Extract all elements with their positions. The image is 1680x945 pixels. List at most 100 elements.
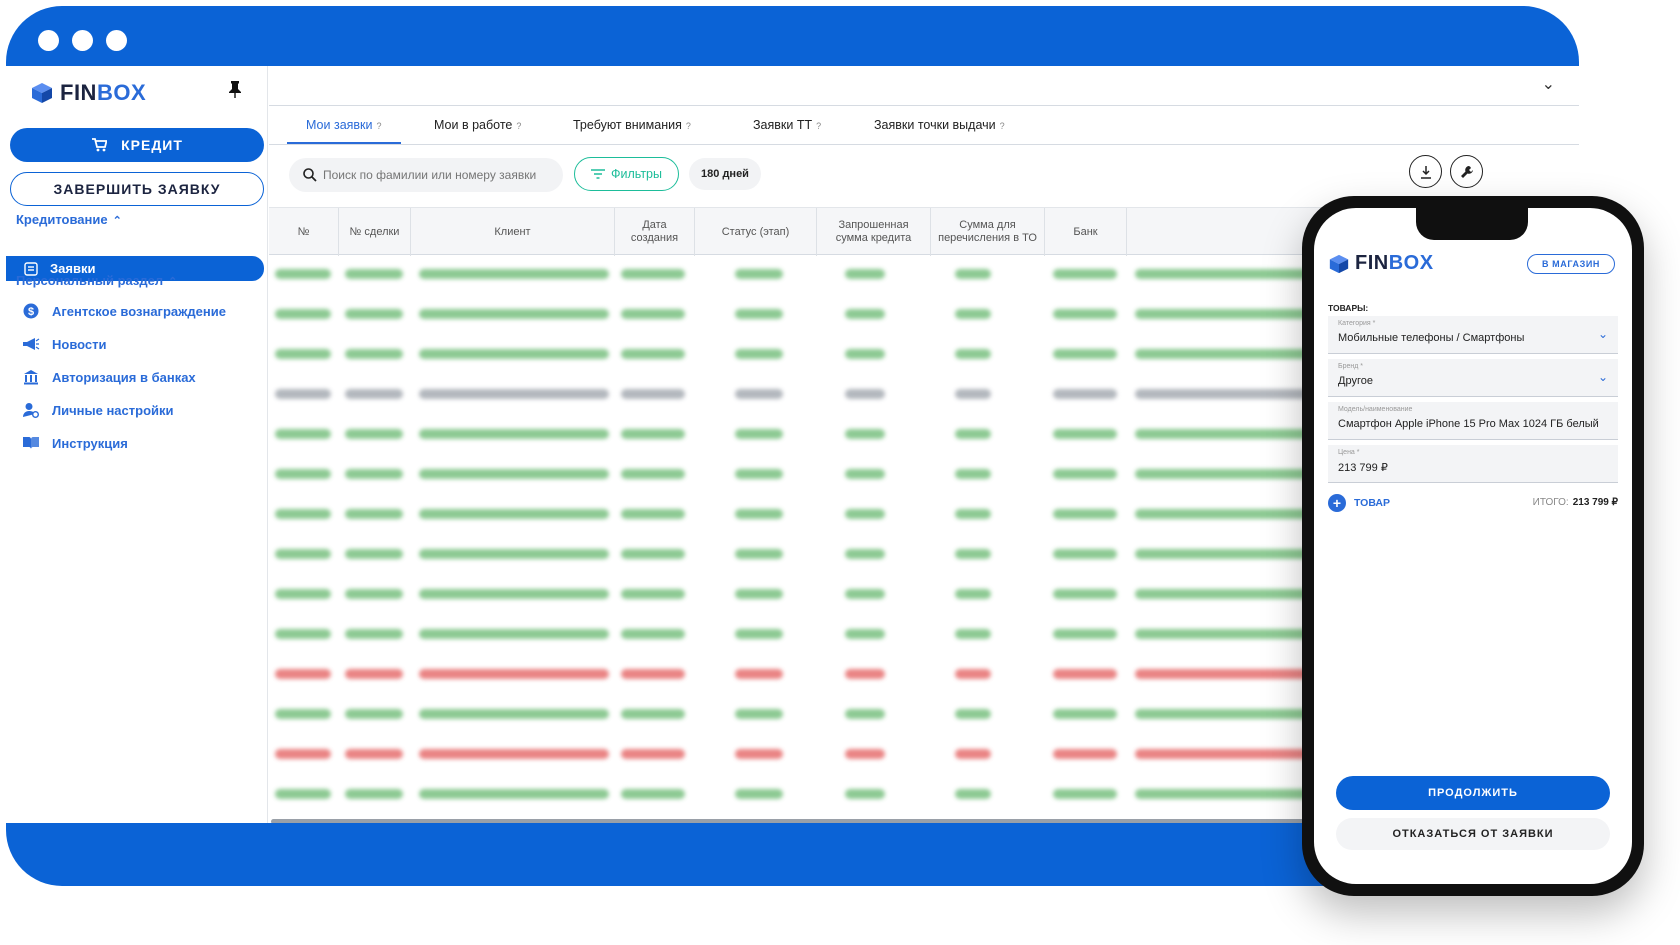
blurred-cell: [275, 509, 331, 519]
category-select[interactable]: Категория * Мобильные телефоны / Смартфо…: [1328, 316, 1618, 354]
column-header-requested-amount[interactable]: Запрошенная сумма кредита: [817, 208, 931, 256]
blurred-cell: [621, 669, 685, 679]
blurred-cell: [1135, 469, 1310, 479]
finbox-logo[interactable]: FINBOX: [30, 80, 146, 106]
blurred-cell: [1053, 789, 1117, 799]
blurred-cell: [275, 589, 331, 599]
blurred-cell: [345, 429, 403, 439]
blurred-cell: [275, 269, 331, 279]
blurred-cell: [845, 269, 885, 279]
tab-applications-tt[interactable]: Заявки ТТ?: [753, 118, 821, 132]
search-icon: [303, 168, 317, 182]
search-field[interactable]: [289, 158, 563, 192]
blurred-cell: [345, 389, 403, 399]
blurred-cell: [419, 469, 609, 479]
blurred-cell: [621, 709, 685, 719]
blurred-cell: [419, 349, 609, 359]
blurred-cell: [1135, 309, 1310, 319]
add-item-button[interactable]: + ТОВАР: [1328, 494, 1390, 512]
price-field[interactable]: Цена * 213 799 ₽: [1328, 445, 1618, 483]
finish-application-button[interactable]: ЗАВЕРШИТЬ ЗАЯВКУ: [10, 172, 264, 206]
download-button[interactable]: [1409, 155, 1442, 188]
decline-application-button[interactable]: ОТКАЗАТЬСЯ ОТ ЗАЯВКИ: [1336, 818, 1610, 850]
sidebar-item-agent-reward[interactable]: $ Агентское вознаграждение: [22, 302, 226, 320]
tab-need-attention[interactable]: Требуют внимания?: [573, 118, 691, 132]
tab-my-in-progress[interactable]: Мои в работе?: [434, 118, 521, 132]
tab-my-applications[interactable]: Мои заявки?: [306, 118, 382, 132]
column-header-transfer-amount[interactable]: Сумма для перечисления в ТО: [931, 208, 1045, 256]
phone-notch: [1416, 208, 1528, 240]
chevron-down-icon[interactable]: ⌄: [1542, 74, 1555, 94]
blurred-cell: [1053, 309, 1117, 319]
sidebar-item-news[interactable]: Новости: [22, 335, 107, 353]
blurred-cell: [845, 669, 885, 679]
blurred-cell: [1053, 749, 1117, 759]
column-header-status[interactable]: Статус (этап): [695, 208, 817, 256]
blurred-cell: [275, 749, 331, 759]
blurred-cell: [1135, 789, 1310, 799]
blurred-cell: [419, 749, 609, 759]
blurred-cell: [955, 589, 991, 599]
credit-button[interactable]: КРЕДИТ: [10, 128, 264, 162]
section-personal[interactable]: Персональный раздел ⌃: [16, 273, 177, 288]
sidebar-item-personal-settings[interactable]: Личные настройки: [22, 401, 174, 419]
column-header-number[interactable]: №: [269, 208, 339, 256]
blurred-cell: [275, 789, 331, 799]
blurred-cell: [345, 509, 403, 519]
blurred-cell: [621, 549, 685, 559]
blurred-cell: [275, 349, 331, 359]
blurred-cell: [345, 309, 403, 319]
to-shop-button[interactable]: В МАГАЗИН: [1527, 254, 1615, 274]
blurred-cell: [845, 709, 885, 719]
pin-icon[interactable]: [228, 80, 242, 103]
goods-title: ТОВАРЫ:: [1328, 303, 1369, 313]
section-crediting[interactable]: Кредитование ⌃: [16, 212, 122, 227]
blurred-cell: [275, 549, 331, 559]
chevron-up-icon: ⌃: [112, 215, 122, 227]
continue-button[interactable]: ПРОДОЛЖИТЬ: [1336, 776, 1610, 810]
settings-wrench-button[interactable]: [1450, 155, 1483, 188]
sidebar-item-instructions[interactable]: Инструкция: [22, 434, 128, 452]
blurred-cell: [419, 429, 609, 439]
window-dot-maximize[interactable]: [106, 30, 127, 51]
svg-text:$: $: [28, 306, 34, 318]
window-dot-close[interactable]: [38, 30, 59, 51]
period-chip[interactable]: 180 дней: [689, 158, 761, 190]
horizontal-scrollbar[interactable]: [271, 819, 1311, 823]
logo-text: FINBOX: [60, 80, 147, 105]
filters-button[interactable]: Фильтры: [574, 157, 679, 191]
blurred-cell: [955, 549, 991, 559]
blurred-cell: [955, 669, 991, 679]
blurred-cell: [735, 629, 783, 639]
blurred-cell: [1053, 429, 1117, 439]
blurred-cell: [955, 749, 991, 759]
blurred-cell: [955, 509, 991, 519]
blurred-cell: [735, 429, 783, 439]
sidebar-item-bank-auth[interactable]: Авторизация в банках: [22, 368, 196, 386]
blurred-cell: [1053, 669, 1117, 679]
column-header-deal-number[interactable]: № сделки: [339, 208, 411, 256]
blurred-cell: [735, 789, 783, 799]
column-header-created-date[interactable]: Дата создания: [615, 208, 695, 256]
cube-logo-icon: [32, 83, 52, 103]
blurred-cell: [621, 469, 685, 479]
search-input[interactable]: [323, 168, 543, 182]
blurred-cell: [419, 309, 609, 319]
column-header-client[interactable]: Клиент: [411, 208, 615, 256]
finbox-logo[interactable]: FINBOX: [1328, 252, 1434, 275]
cart-icon: [92, 138, 108, 152]
brand-select[interactable]: Бренд * Другое ⌄: [1328, 359, 1618, 397]
megaphone-icon: [22, 335, 40, 353]
column-header-bank[interactable]: Банк: [1045, 208, 1127, 256]
blurred-cell: [1053, 629, 1117, 639]
tab-pickup-point-applications[interactable]: Заявки точки выдачи?: [874, 118, 1005, 132]
blurred-cell: [621, 389, 685, 399]
blurred-cell: [275, 669, 331, 679]
window-dot-minimize[interactable]: [72, 30, 93, 51]
blurred-cell: [419, 549, 609, 559]
blurred-cell: [275, 469, 331, 479]
model-field[interactable]: Модель/наименование Смартфон Apple iPhon…: [1328, 402, 1618, 440]
cube-logo-icon: [1329, 254, 1349, 273]
blurred-cell: [1135, 629, 1310, 639]
plus-icon: +: [1328, 494, 1346, 512]
